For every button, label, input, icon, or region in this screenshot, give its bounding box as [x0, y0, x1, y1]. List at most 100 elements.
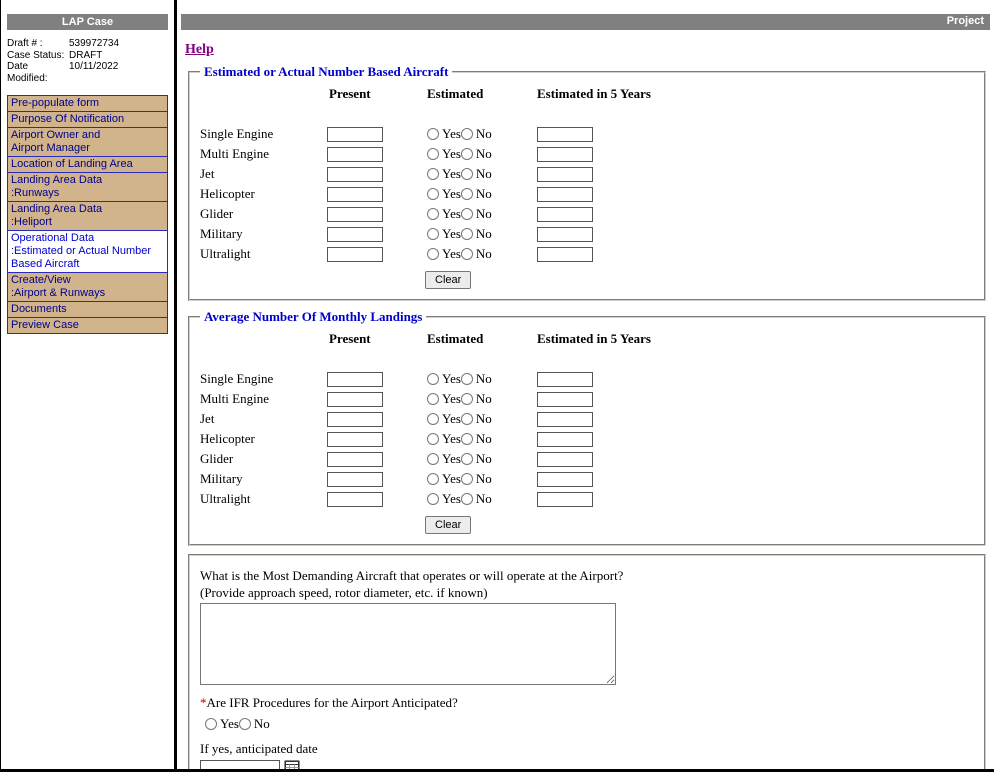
no-label: No — [476, 431, 492, 447]
estimated-no-radio[interactable] — [461, 413, 473, 425]
estimated-no-radio[interactable] — [461, 473, 473, 485]
estimated-no-radio[interactable] — [461, 453, 473, 465]
five-year-input[interactable] — [537, 432, 593, 447]
estimated-no-radio[interactable] — [461, 433, 473, 445]
estimated-yes-radio[interactable] — [427, 493, 439, 505]
five-year-input[interactable] — [537, 452, 593, 467]
estimated-no-radio[interactable] — [461, 228, 473, 240]
aircraft-type-label: Ultralight — [200, 246, 327, 262]
most-demanding-textarea[interactable] — [200, 603, 616, 685]
nav-item[interactable]: Documents — [7, 301, 168, 318]
anticipated-date-label: If yes, anticipated date — [200, 741, 976, 757]
ifr-no-radio[interactable] — [239, 718, 251, 730]
calendar-icon — [285, 761, 299, 769]
present-input[interactable] — [327, 247, 383, 262]
present-input[interactable] — [327, 472, 383, 487]
five-year-input[interactable] — [537, 247, 593, 262]
present-input[interactable] — [327, 167, 383, 182]
estimated-no-radio[interactable] — [461, 168, 473, 180]
estimated-no-radio[interactable] — [461, 128, 473, 140]
clear-based-aircraft-button[interactable]: Clear — [425, 271, 471, 289]
estimated-no-radio[interactable] — [461, 493, 473, 505]
help-link[interactable]: Help — [185, 42, 214, 58]
estimated-yes-radio[interactable] — [427, 128, 439, 140]
based-aircraft-column-headers: Present Estimated Estimated in 5 Years — [200, 86, 976, 102]
present-input[interactable] — [327, 127, 383, 142]
present-input[interactable] — [327, 412, 383, 427]
aircraft-row: Military Yes No — [200, 469, 976, 489]
nav-item[interactable]: Landing Area Data :Runways — [7, 172, 168, 202]
nav-item[interactable]: Landing Area Data :Heliport — [7, 201, 168, 231]
estimated-no-radio[interactable] — [461, 148, 473, 160]
five-year-input[interactable] — [537, 492, 593, 507]
five-year-input[interactable] — [537, 472, 593, 487]
estimated-yes-radio[interactable] — [427, 188, 439, 200]
estimated-yes-radio[interactable] — [427, 228, 439, 240]
aircraft-type-label: Multi Engine — [200, 146, 327, 162]
aircraft-type-label: Jet — [200, 166, 327, 182]
present-input[interactable] — [327, 227, 383, 242]
five-year-input[interactable] — [537, 207, 593, 222]
estimated-yes-radio[interactable] — [427, 168, 439, 180]
estimated-no-radio[interactable] — [461, 393, 473, 405]
estimated-yes-radio[interactable] — [427, 208, 439, 220]
present-column-header: Present — [327, 86, 427, 102]
ifr-yes-radio[interactable] — [205, 718, 217, 730]
five-year-input[interactable] — [537, 147, 593, 162]
present-input[interactable] — [327, 392, 383, 407]
yes-label: Yes — [220, 716, 239, 732]
present-input[interactable] — [327, 432, 383, 447]
five-year-input[interactable] — [537, 167, 593, 182]
estimated-yes-radio[interactable] — [427, 453, 439, 465]
estimated-no-radio[interactable] — [461, 248, 473, 260]
estimated-no-radio[interactable] — [461, 188, 473, 200]
aircraft-row: Jet Yes No — [200, 409, 976, 429]
sidebar-nav: Pre-populate form Purpose Of Notificatio… — [7, 95, 168, 334]
estimated-yes-radio[interactable] — [427, 413, 439, 425]
estimated-yes-radio[interactable] — [427, 373, 439, 385]
estimated-yes-radio[interactable] — [427, 473, 439, 485]
nav-item-label: Documents — [11, 303, 67, 315]
aircraft-row: Ultralight Yes No — [200, 244, 976, 264]
five-year-input[interactable] — [537, 227, 593, 242]
nav-item[interactable]: Location of Landing Area — [7, 156, 168, 173]
five-year-input[interactable] — [537, 392, 593, 407]
nav-item[interactable]: Pre-populate form — [7, 95, 168, 112]
clear-monthly-landings-button[interactable]: Clear — [425, 516, 471, 534]
project-header-bar: Project — [181, 14, 990, 30]
aircraft-row: Glider Yes No — [200, 449, 976, 469]
nav-item[interactable]: Operational Data :Estimated or Actual Nu… — [7, 230, 168, 273]
present-input[interactable] — [327, 452, 383, 467]
five-year-input[interactable] — [537, 412, 593, 427]
yes-label: Yes — [442, 146, 461, 162]
present-input[interactable] — [327, 147, 383, 162]
estimated-yes-radio[interactable] — [427, 148, 439, 160]
estimated-yes-radio[interactable] — [427, 248, 439, 260]
five-year-input[interactable] — [537, 127, 593, 142]
draft-number-label: Draft # : — [7, 38, 69, 50]
anticipated-date-input[interactable] — [200, 760, 280, 769]
questions-section: What is the Most Demanding Aircraft that… — [188, 554, 986, 769]
estimated-yes-radio[interactable] — [427, 393, 439, 405]
aircraft-type-label: Glider — [200, 206, 327, 222]
five-year-input[interactable] — [537, 187, 593, 202]
estimated-no-radio[interactable] — [461, 373, 473, 385]
estimated-5-years-column-header: Estimated in 5 Years — [537, 86, 976, 102]
nav-item[interactable]: Preview Case — [7, 317, 168, 334]
estimated-column-header: Estimated — [427, 86, 537, 102]
nav-item[interactable]: Create/View :Airport & Runways — [7, 272, 168, 302]
five-year-input[interactable] — [537, 372, 593, 387]
estimated-no-radio[interactable] — [461, 208, 473, 220]
nav-item-label: Pre-populate form — [11, 97, 99, 109]
present-input[interactable] — [327, 492, 383, 507]
nav-item[interactable]: Purpose Of Notification — [7, 111, 168, 128]
nav-item-label: Location of Landing Area — [11, 158, 133, 170]
present-input[interactable] — [327, 187, 383, 202]
nav-item[interactable]: Airport Owner and Airport Manager — [7, 127, 168, 157]
yes-label: Yes — [442, 186, 461, 202]
calendar-button[interactable] — [284, 760, 300, 769]
present-input[interactable] — [327, 372, 383, 387]
aircraft-type-label: Multi Engine — [200, 391, 327, 407]
estimated-yes-radio[interactable] — [427, 433, 439, 445]
present-input[interactable] — [327, 207, 383, 222]
